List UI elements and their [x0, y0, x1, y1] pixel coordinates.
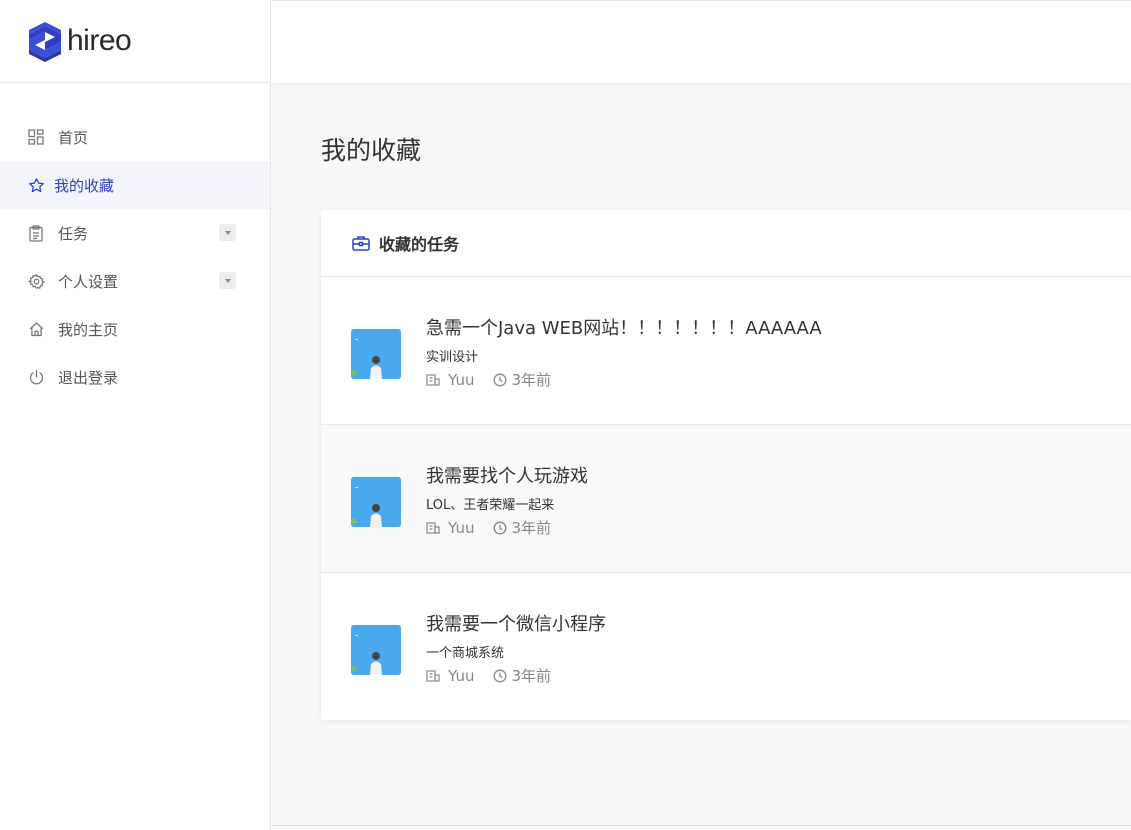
app-root: hireo 首页 我的收藏 任务 个人设置 我的主页 退出登录 我的收藏 收藏的… [0, 0, 1131, 830]
task-thumbnail [351, 477, 401, 527]
building-icon [426, 521, 440, 534]
sidebar-nav: 首页 我的收藏 任务 个人设置 我的主页 退出登录 [0, 83, 270, 401]
task-row[interactable]: 急需一个Java WEB网站！！！！！！！AAAAAA 实训设计 Yuu 3年前 [321, 277, 1131, 425]
task-author: Yuu [448, 370, 475, 389]
task-meta: Yuu 3年前 [426, 665, 551, 686]
dashboard-icon [27, 128, 45, 146]
favorites-card: 收藏的任务 急需一个Java WEB网站！！！！！！！AAAAAA 实训设计 Y… [321, 210, 1131, 720]
sidebar-item-tasks[interactable]: 任务 [0, 209, 270, 257]
logo[interactable]: hireo [0, 0, 270, 83]
sidebar-item-settings[interactable]: 个人设置 [0, 257, 270, 305]
task-category: LOL、王者荣耀一起来 [426, 498, 555, 513]
page-title: 我的收藏 [321, 136, 422, 165]
building-icon [426, 373, 440, 386]
task-meta: Yuu 3年前 [426, 369, 551, 390]
sidebar-item-label: 首页 [58, 128, 89, 147]
sidebar-item-logout[interactable]: 退出登录 [0, 353, 270, 401]
sidebar: hireo 首页 我的收藏 任务 个人设置 我的主页 退出登录 [0, 0, 271, 830]
top-header [271, 0, 1131, 83]
sidebar-item-label: 退出登录 [58, 368, 119, 387]
task-title[interactable]: 我需要找个人玩游戏 [426, 462, 588, 488]
task-thumbnail [351, 329, 401, 379]
clock-icon [493, 521, 507, 535]
chevron-down-icon[interactable] [219, 224, 236, 241]
gear-icon [27, 272, 45, 290]
task-time: 3年前 [511, 371, 552, 389]
task-author: Yuu [448, 666, 475, 685]
clipboard-icon [27, 224, 45, 242]
task-thumbnail [351, 625, 401, 675]
power-icon [27, 368, 45, 386]
logo-text: hireo [67, 24, 132, 57]
chevron-down-icon[interactable] [219, 272, 236, 289]
sidebar-item-home[interactable]: 首页 [0, 113, 270, 161]
task-meta: Yuu 3年前 [426, 517, 551, 538]
clock-icon [493, 373, 507, 387]
task-row[interactable]: 我需要一个微信小程序 一个商城系统 Yuu 3年前 [321, 573, 1131, 721]
sidebar-item-profile[interactable]: 我的主页 [0, 305, 270, 353]
sidebar-item-label: 任务 [58, 224, 89, 243]
task-time: 3年前 [511, 667, 552, 685]
home-icon [27, 320, 45, 338]
briefcase-icon [352, 235, 370, 251]
task-category: 一个商城系统 [426, 646, 505, 661]
sidebar-item-label: 个人设置 [58, 272, 119, 291]
task-author: Yuu [448, 518, 475, 537]
task-title[interactable]: 我需要一个微信小程序 [426, 610, 606, 636]
task-row[interactable]: 我需要找个人玩游戏 LOL、王者荣耀一起来 Yuu 3年前 [321, 425, 1131, 573]
hireo-logo-icon [25, 20, 65, 62]
footer-divider [271, 825, 1131, 826]
card-title: 收藏的任务 [379, 235, 460, 254]
clock-icon [493, 669, 507, 683]
sidebar-item-favorites[interactable]: 我的收藏 [0, 161, 270, 209]
sidebar-item-label: 我的主页 [58, 320, 119, 339]
task-category: 实训设计 [426, 350, 479, 365]
star-icon [27, 176, 45, 194]
building-icon [426, 669, 440, 682]
task-time: 3年前 [511, 519, 552, 537]
card-header: 收藏的任务 [321, 210, 1131, 277]
task-title[interactable]: 急需一个Java WEB网站！！！！！！！AAAAAA [426, 314, 822, 340]
sidebar-item-label: 我的收藏 [54, 176, 115, 195]
